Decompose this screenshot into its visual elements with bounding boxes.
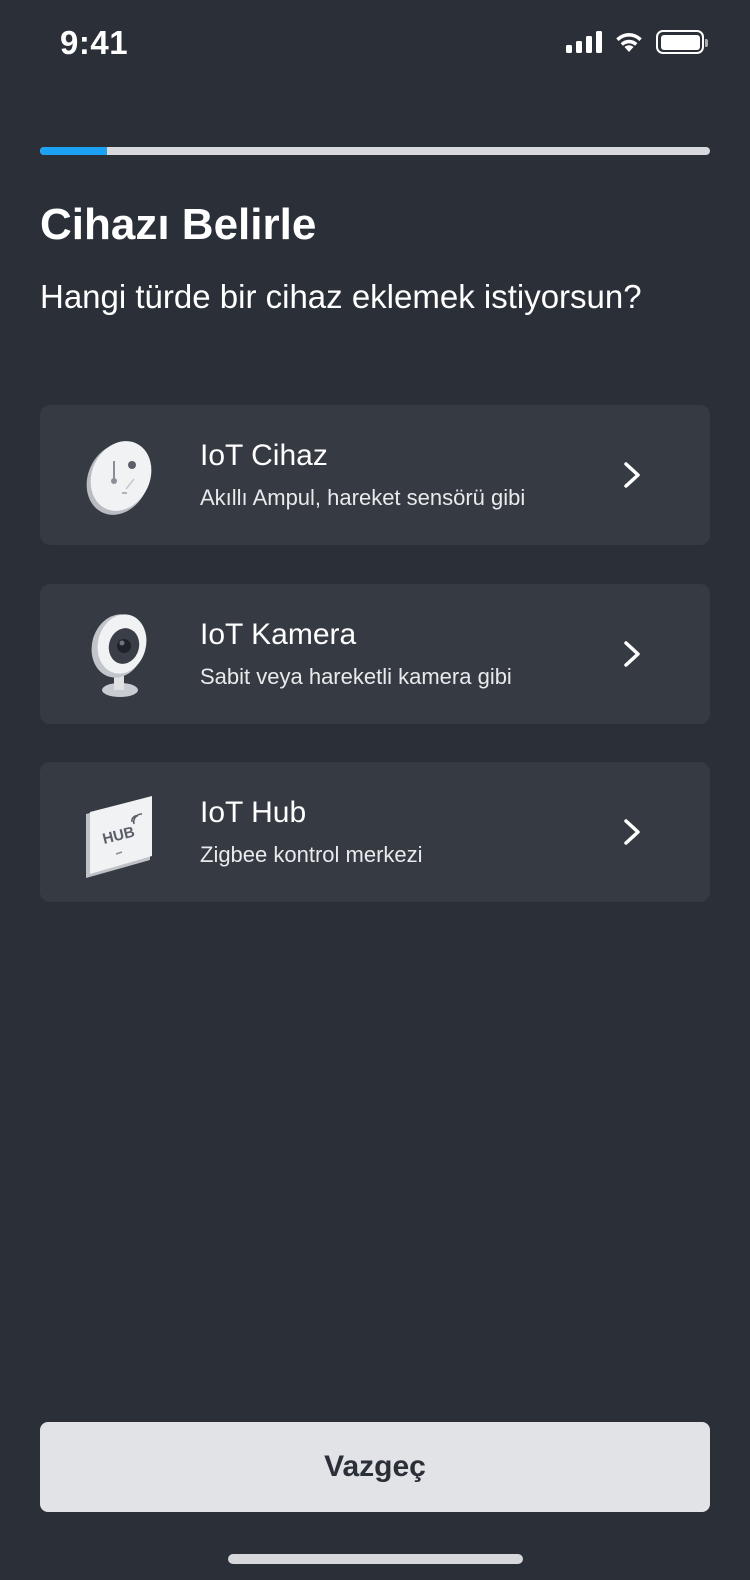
option-description: Sabit veya hareketli kamera gibi <box>200 664 512 689</box>
status-time: 9:41 <box>60 24 129 61</box>
hub-device-icon: HUB <box>86 796 152 878</box>
progress-fill <box>40 147 107 155</box>
option-title: IoT Kamera <box>200 618 357 651</box>
option-card-iot-device[interactable]: IoT Cihaz Akıllı Ampul, hareket sensörü … <box>40 405 710 545</box>
option-card-iot-hub[interactable]: HUB IoT Hub Zigbee kontrol merkezi <box>40 762 710 902</box>
battery-icon <box>656 30 708 54</box>
chevron-right-icon <box>624 819 640 845</box>
battery-fill <box>660 34 700 50</box>
screen: 9:41 Cihazı Belirle Hangi türde bir ciha… <box>0 0 750 1580</box>
page-title: Cihazı Belirle <box>40 200 317 249</box>
chevron-right-icon <box>624 462 640 488</box>
home-indicator[interactable] <box>228 1554 523 1564</box>
status-icons <box>566 30 708 54</box>
camera-device-icon <box>91 614 147 697</box>
cancel-button[interactable]: Vazgeç <box>40 1422 710 1512</box>
page-subtitle: Hangi türde bir cihaz eklemek istiyorsun… <box>40 278 642 315</box>
option-title: IoT Hub <box>200 796 307 829</box>
wifi-icon <box>616 33 642 52</box>
status-bar: 9:41 <box>0 0 750 90</box>
option-description: Zigbee kontrol merkezi <box>200 842 423 867</box>
cellular-signal-icon <box>566 31 602 53</box>
chevron-right-icon <box>624 641 640 667</box>
option-title: IoT Cihaz <box>200 439 328 472</box>
progress-bar <box>40 147 710 155</box>
sensor-device-icon <box>86 441 152 515</box>
option-card-iot-camera[interactable]: IoT Kamera Sabit veya hareketli kamera g… <box>40 584 710 724</box>
option-description: Akıllı Ampul, hareket sensörü gibi <box>200 485 526 510</box>
